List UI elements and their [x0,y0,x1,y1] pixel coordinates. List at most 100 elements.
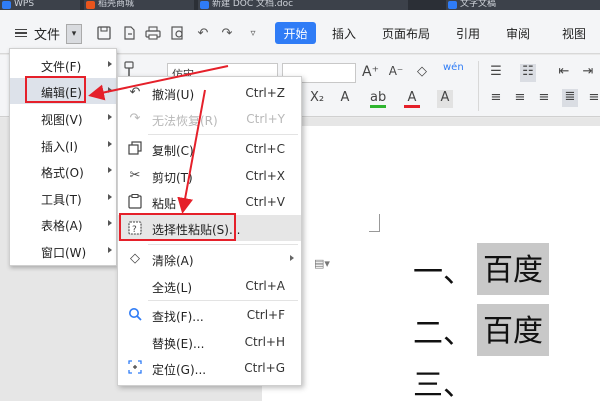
list-number: 三、 [413,368,473,401]
menu-item-cut[interactable]: ✂ 剪切(T) Ctrl+X [118,163,301,189]
indent-increase-icon[interactable]: ⇥ [580,64,596,82]
more-icon[interactable]: ▿ [244,24,262,42]
eraser-icon: ◇ [130,251,140,266]
tab-wps[interactable]: WPS [0,0,80,10]
menu-item-find[interactable]: 查找(F)... Ctrl+F [118,302,301,328]
undo-icon[interactable]: ↶ [194,24,212,42]
align-center-icon[interactable]: ≡ [512,90,528,108]
redo-icon: ↷ [129,111,141,126]
paste-icon [127,194,143,210]
menu-item-redo[interactable]: ↷ 无法恢复(R) Ctrl+Y [118,106,301,132]
title-bar: WPS 稻壳商城 新建 DOC 文档.doc 文字文稿 [0,0,600,10]
tab-doc2[interactable]: 文字文稿 [446,0,600,10]
shortcut-label: Ctrl+V [245,195,285,209]
align-right-icon[interactable]: ≡ [536,90,552,108]
menu-item-label: 工具(T) [41,193,82,207]
tab-review[interactable]: 审阅 [506,22,530,44]
menu-item-undo[interactable]: ↶ 撤消(U) Ctrl+Z [118,80,301,106]
pinyin-icon[interactable]: wén [443,62,464,80]
menu-item-label: 格式(O) [41,166,84,180]
shortcut-label: Ctrl+X [245,169,285,183]
distribute-icon[interactable]: ≡ [586,90,600,108]
menu-item-label: 表格(A) [41,219,83,233]
menu-item-clear[interactable]: ◇ 清除(A) [118,246,301,272]
document-line-1[interactable]: 一、 百度 [413,243,549,295]
menu-item-label: 全选(L) [152,281,193,295]
font-shrink-icon[interactable]: A⁻ [388,64,404,82]
menu-item-label: 撤消(U) [152,88,195,102]
file-menu-button[interactable]: 文件 [34,24,60,43]
submenu-arrow-icon [108,141,112,147]
tab-label: WPS [14,0,35,9]
chevron-down-icon[interactable]: ▾ [66,24,82,44]
align-left-icon[interactable]: ≡ [488,90,504,108]
submenu-arrow-icon [290,255,294,261]
submenu-arrow-icon [108,87,112,93]
menu-item-copy[interactable]: 复制(C) Ctrl+C [118,136,301,162]
tab-page-layout[interactable]: 页面布局 [382,22,430,44]
undo-icon: ↶ [129,85,141,100]
hamburger-icon[interactable] [14,27,28,39]
shortcut-label: Ctrl+A [245,279,285,293]
store-icon [86,1,95,9]
submenu-arrow-icon [108,194,112,200]
shortcut-label: Ctrl+G [244,361,285,375]
tab-label: 文字文稿 [460,0,497,9]
menu-item-replace[interactable]: 替换(E)... Ctrl+H [118,329,301,355]
numbered-list-icon[interactable]: ☷ [520,64,536,82]
menu-item-label: 粘贴 [152,197,177,211]
font-color-icon[interactable]: A [404,90,420,108]
menu-item-table[interactable]: 表格(A) [10,211,116,237]
doc-icon [448,1,457,9]
indent-decrease-icon[interactable]: ⇤ [556,64,572,82]
highlight-color-icon[interactable]: ab [370,90,386,108]
document-line-3[interactable]: 三、 [413,360,473,401]
tab-view[interactable]: 视图 [562,22,586,44]
shortcut-label: Ctrl+C [245,142,285,156]
menu-item-label: 查找(F)... [152,310,204,324]
char-shading-icon[interactable]: A [437,90,453,108]
subscript-icon[interactable]: X₂ [309,90,325,108]
menu-item-insert[interactable]: 插入(I) [10,132,116,158]
tab-label: 新建 DOC 文档.doc [212,0,294,9]
redo-icon[interactable]: ↷ [218,24,236,42]
page-corner-mark [369,214,380,232]
print-icon[interactable] [144,24,162,42]
paste-special-highlight-box [119,213,236,241]
text-effect-icon[interactable]: A [337,90,353,108]
shortcut-label: Ctrl+F [246,308,285,322]
export-icon[interactable] [120,24,138,42]
edit-highlight-box [25,76,86,103]
tab-start[interactable]: 开始 [275,22,316,44]
menu-item-file[interactable]: 文件(F) [10,52,116,78]
save-icon[interactable] [95,24,113,42]
tab-doc[interactable]: 新建 DOC 文档.doc [198,0,408,10]
clear-format-icon[interactable]: ◇ [414,64,430,82]
tab-references[interactable]: 引用 [456,22,480,44]
submenu-arrow-icon [108,247,112,253]
submenu-arrow-icon [108,220,112,226]
shortcut-label: Ctrl+Y [246,112,285,126]
menu-item-select-all[interactable]: 全选(L) Ctrl+A [118,273,301,299]
menu-item-paste[interactable]: 粘贴 Ctrl+V [118,189,301,215]
menu-item-label: 定位(G)... [152,363,207,377]
menu-item-label: 插入(I) [41,140,78,154]
menu-item-window[interactable]: 窗口(W) [10,238,116,264]
preview-icon[interactable] [169,24,187,42]
menu-item-label: 视图(V) [41,113,83,127]
document-line-2[interactable]: 二、 百度 [413,304,549,356]
tab-store[interactable]: 稻壳商城 [84,0,194,10]
submenu-arrow-icon [108,61,112,67]
tab-label: 稻壳商城 [98,0,135,9]
menu-item-tools[interactable]: 工具(T) [10,185,116,211]
menu-item-goto[interactable]: 定位(G)... Ctrl+G [118,355,301,381]
tab-insert[interactable]: 插入 [332,22,356,44]
search-icon [127,307,143,323]
menu-item-format[interactable]: 格式(O) [10,158,116,184]
font-grow-icon[interactable]: A⁺ [362,64,379,82]
menu-item-view[interactable]: 视图(V) [10,105,116,131]
bullet-list-icon[interactable]: ☰ [488,64,504,82]
align-justify-icon[interactable]: ≣ [562,89,578,107]
menu-item-label: 复制(C) [152,144,194,158]
paste-options-icon[interactable]: ▤▾ [314,257,330,270]
